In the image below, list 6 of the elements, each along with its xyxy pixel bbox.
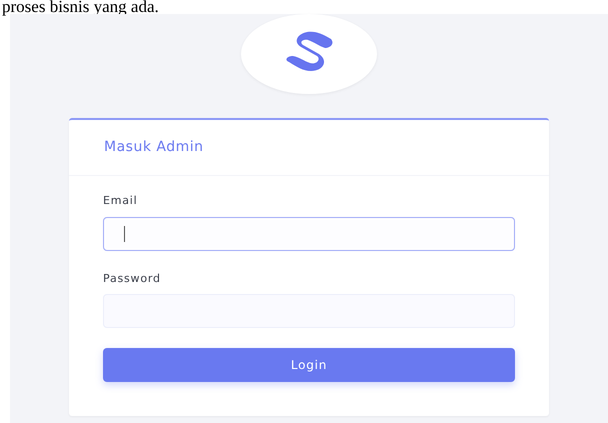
input-field[interactable] xyxy=(103,216,515,250)
login-button[interactable]: Login xyxy=(103,348,515,382)
field-label: Email xyxy=(103,193,139,209)
card-title: Masuk Admin xyxy=(104,138,204,157)
text-cursor xyxy=(124,226,125,242)
field-label: Password xyxy=(103,270,162,286)
